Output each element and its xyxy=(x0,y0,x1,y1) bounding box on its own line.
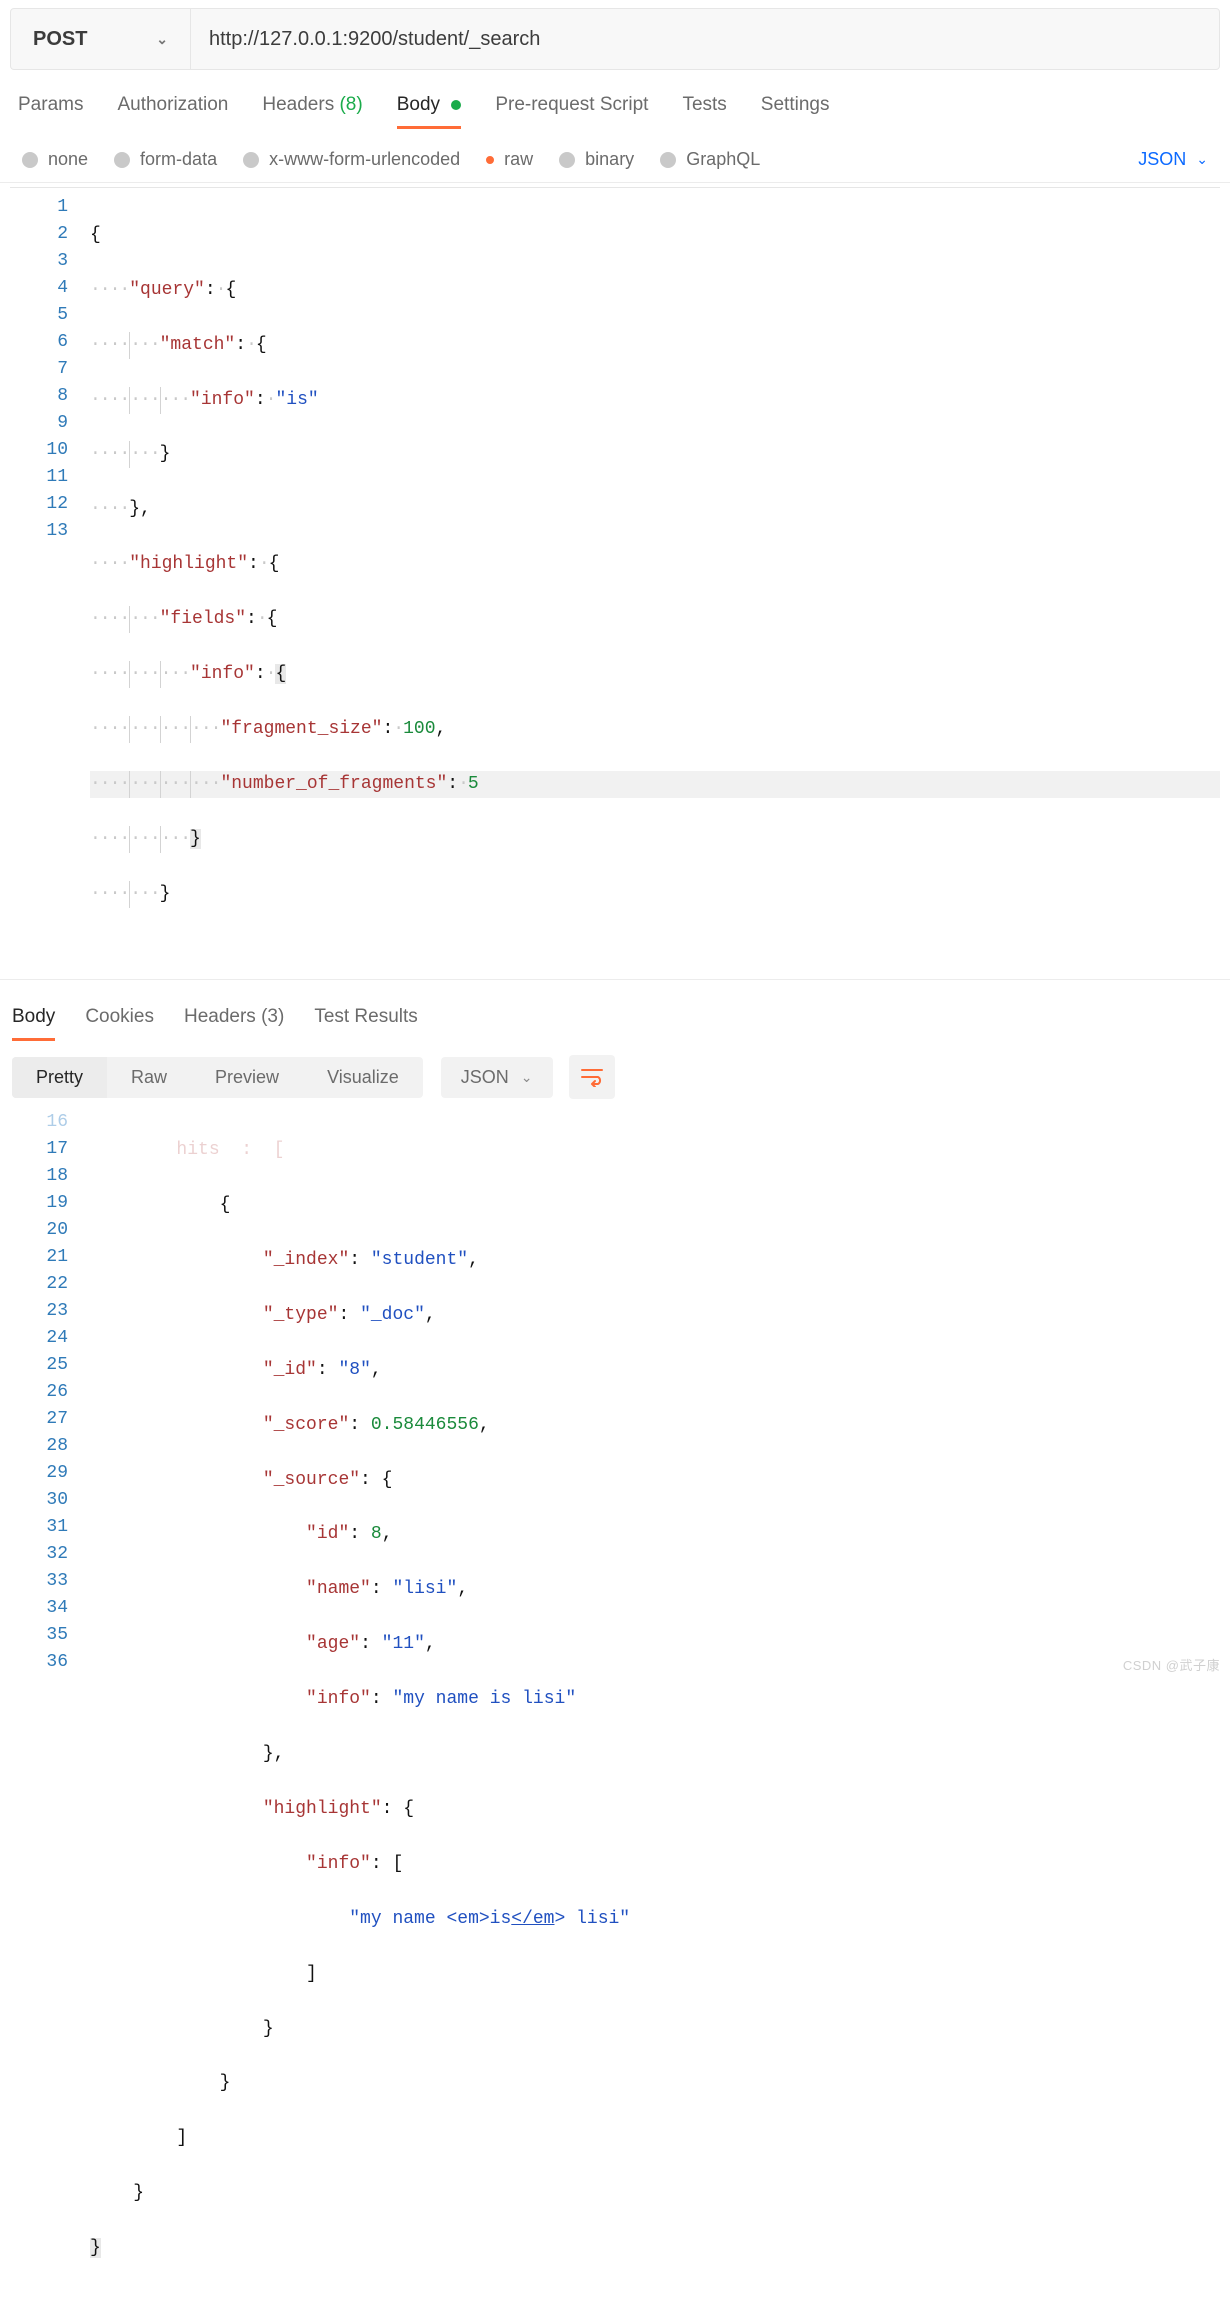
request-url-input[interactable] xyxy=(191,9,1219,69)
resp-tab-headers-label: Headers xyxy=(184,1006,256,1027)
radio-icon xyxy=(22,152,38,168)
view-visualize[interactable]: Visualize xyxy=(303,1057,423,1098)
body-modified-dot-icon xyxy=(451,100,461,110)
request-bar: POST ⌄ xyxy=(10,8,1220,70)
radio-icon xyxy=(243,152,259,168)
radio-icon xyxy=(114,152,130,168)
tab-tests[interactable]: Tests xyxy=(682,94,726,129)
tab-body-label: Body xyxy=(397,94,440,115)
chevron-down-icon: ⌄ xyxy=(156,31,168,48)
resp-tab-test-results[interactable]: Test Results xyxy=(314,1006,417,1041)
body-type-raw[interactable]: raw xyxy=(486,149,533,170)
resp-tab-body[interactable]: Body xyxy=(12,1006,55,1041)
response-body-viewer[interactable]: 16 17 18 19 20 21 22 23 24 25 26 27 28 2… xyxy=(10,1109,1220,2317)
response-language-select[interactable]: JSON ⌄ xyxy=(441,1057,553,1098)
body-type-graphql[interactable]: GraphQL xyxy=(660,149,760,170)
view-preview[interactable]: Preview xyxy=(191,1057,303,1098)
body-type-none[interactable]: none xyxy=(22,149,88,170)
tab-authorization[interactable]: Authorization xyxy=(117,94,228,129)
response-tabs: Body Cookies Headers (3) Test Results xyxy=(0,979,1230,1041)
resp-tab-cookies[interactable]: Cookies xyxy=(85,1006,154,1041)
body-type-binary[interactable]: binary xyxy=(559,149,634,170)
tab-pre-request-script[interactable]: Pre-request Script xyxy=(495,94,648,129)
chevron-down-icon: ⌄ xyxy=(521,1069,533,1086)
wrap-icon xyxy=(580,1067,604,1087)
raw-language-value: JSON xyxy=(1138,149,1186,170)
response-view-mode: Pretty Raw Preview Visualize xyxy=(12,1057,423,1098)
tab-headers[interactable]: Headers (8) xyxy=(262,94,362,129)
http-method-value: POST xyxy=(33,28,87,51)
tab-params[interactable]: Params xyxy=(18,94,83,129)
editor-code[interactable]: { ····"query":·{ ·······"match":·{ ·····… xyxy=(82,188,1220,969)
body-type-xwww[interactable]: x-www-form-urlencoded xyxy=(243,149,460,170)
request-tabs: Params Authorization Headers (8) Body Pr… xyxy=(0,70,1230,129)
resp-tab-headers-count: (3) xyxy=(261,1006,284,1027)
tab-body[interactable]: Body xyxy=(397,94,462,129)
raw-language-select[interactable]: JSON ⌄ xyxy=(1138,149,1208,170)
response-gutter: 16 17 18 19 20 21 22 23 24 25 26 27 28 2… xyxy=(10,1109,82,2317)
tab-headers-label: Headers xyxy=(262,94,334,115)
body-type-row: none form-data x-www-form-urlencoded raw… xyxy=(0,129,1230,183)
request-body-editor[interactable]: 1 2 3 4 5 6 7 8 9 10 11 12 13 { ····"que… xyxy=(10,187,1220,969)
response-code[interactable]: hits : [ { "_index": "student", "_type":… xyxy=(82,1109,1220,2317)
tab-headers-count: (8) xyxy=(339,94,362,115)
view-pretty[interactable]: Pretty xyxy=(12,1057,107,1098)
resp-tab-headers[interactable]: Headers (3) xyxy=(184,1006,284,1041)
response-language-value: JSON xyxy=(461,1067,509,1088)
editor-gutter: 1 2 3 4 5 6 7 8 9 10 11 12 13 xyxy=(10,188,82,969)
radio-icon xyxy=(559,152,575,168)
tab-settings[interactable]: Settings xyxy=(761,94,830,129)
chevron-down-icon: ⌄ xyxy=(1196,151,1208,168)
wrap-lines-button[interactable] xyxy=(569,1055,615,1099)
http-method-select[interactable]: POST ⌄ xyxy=(11,9,191,69)
radio-icon xyxy=(660,152,676,168)
response-toolbar: Pretty Raw Preview Visualize JSON ⌄ xyxy=(0,1041,1230,1109)
body-type-form-data[interactable]: form-data xyxy=(114,149,217,170)
radio-icon xyxy=(486,156,494,164)
view-raw[interactable]: Raw xyxy=(107,1057,191,1098)
